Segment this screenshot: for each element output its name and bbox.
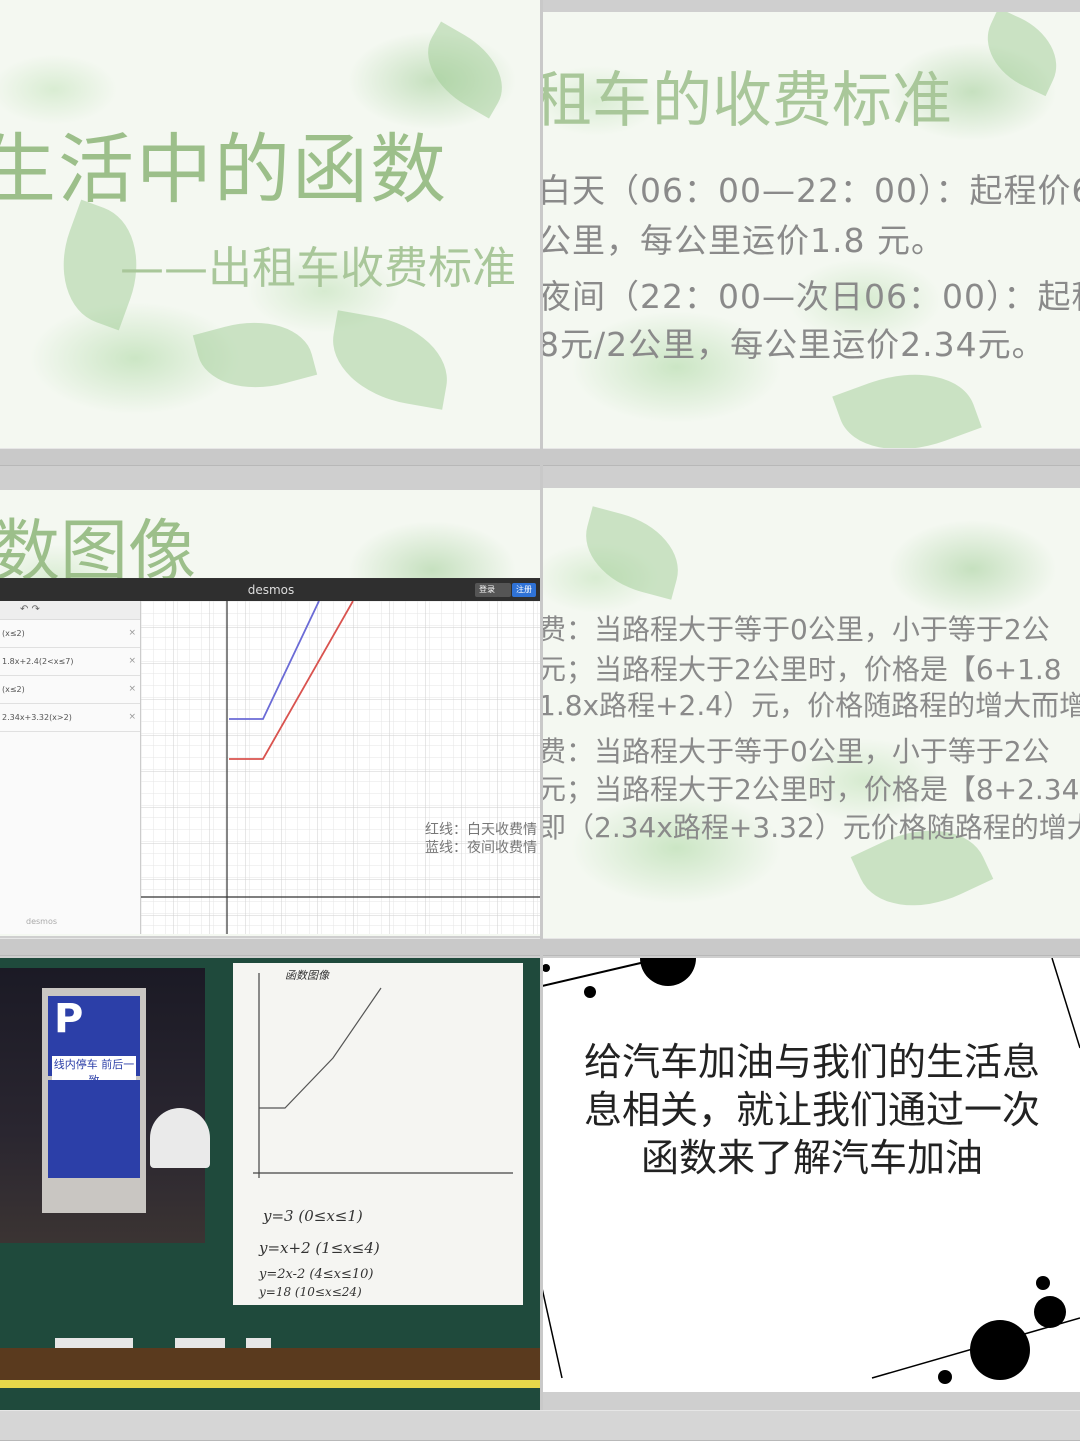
expression-row[interactable]: (x≤2) ×	[0, 676, 140, 704]
graph-canvas[interactable]	[141, 601, 540, 934]
expression-text: (x≤2)	[2, 629, 25, 638]
slide-collage: 生活中的函数 ——出租车收费标准 租车的收费标准 白天（06：00—22：00）…	[0, 0, 1080, 1441]
leaf-decoration	[574, 506, 690, 600]
car-refuel-panel: 给汽车加油与我们的生活息 息相关，就让我们通过一次 函数来了解汽车加油	[542, 958, 1080, 1392]
desmos-logo: desmos	[26, 917, 58, 926]
close-icon[interactable]: ×	[128, 648, 136, 675]
legend-day: 红线：白天收费情	[425, 822, 537, 838]
chalk-piece	[246, 1338, 271, 1348]
expression-toolbar: ↶ ↷	[0, 601, 140, 620]
login-button[interactable]: 登录	[475, 583, 499, 597]
handwritten-graph	[253, 973, 513, 1178]
undo-icon[interactable]: ↶ ↷	[20, 604, 40, 615]
chalk-eraser	[55, 1338, 133, 1348]
graph-grid-major	[141, 601, 540, 934]
desmos-window[interactable]: desmos 登录 注册 ↶ ↷ (x≤2) × 1.8x+2.4(2<x≤7) ×…	[0, 578, 540, 934]
parking-sign-header: P 线内停车 前后一致	[48, 996, 140, 1088]
analysis-line: 元；当路程大于2公里时，价格是【6+1.8（路	[542, 653, 1080, 686]
hand-curve	[259, 987, 382, 1109]
chalk-piece	[175, 1338, 225, 1348]
function-graph-panel: 数图像 desmos 登录 注册 ↶ ↷ (x≤2) × 1.8x+2.4(2<x…	[0, 490, 540, 936]
leaf-decoration	[192, 306, 318, 404]
car-image	[150, 1108, 210, 1168]
leaf-decoration	[973, 12, 1071, 97]
close-icon[interactable]: ×	[128, 620, 136, 647]
expression-row[interactable]: 1.8x+2.4(2<x≤7) ×	[0, 648, 140, 676]
signup-button[interactable]: 注册	[512, 583, 536, 597]
formula: y=18 (10≤x≤24)	[259, 1285, 362, 1299]
fee-line: 白天（06：00—22：00）：起程价6元	[542, 171, 1080, 210]
expression-text: (x≤2)	[2, 685, 25, 694]
parking-fee-board	[48, 1080, 140, 1178]
graph-title: 函数图像	[285, 969, 329, 982]
refuel-intro-text: 给汽车加油与我们的生活息 息相关，就让我们通过一次 函数来了解汽车加油	[542, 1038, 1062, 1182]
expression-list: ↶ ↷ (x≤2) × 1.8x+2.4(2<x≤7) × (x≤2) × 2.34x…	[0, 601, 141, 934]
menu-button[interactable]	[497, 583, 511, 597]
leaf-decoration	[323, 310, 457, 410]
slide-title-panel: 生活中的函数 ——出租车收费标准	[0, 0, 540, 448]
decor-dot	[1034, 1296, 1066, 1328]
legend-night: 蓝线：夜间收费情	[425, 840, 537, 856]
text-line: 给汽车加油与我们的生活息	[583, 1040, 1040, 1084]
blackboard-panel: P 线内停车 前后一致 函数图像 y=3 (0≤x≤1) y=x+2 (1≤x≤…	[0, 958, 542, 1413]
divider	[0, 1410, 1080, 1441]
decor-dot	[970, 1320, 1030, 1380]
analysis-line: 费：当路程大于等于0公里，小于等于2公	[542, 735, 1050, 768]
analysis-line: 费：当路程大于等于0公里，小于等于2公	[542, 613, 1050, 646]
parking-sign-photo: P 线内停车 前后一致	[0, 968, 210, 1243]
slide-title: 租车的收费标准	[542, 66, 952, 136]
handwritten-graph-paper: 函数图像 y=3 (0≤x≤1) y=x+2 (1≤x≤4) y=2x-2 (4…	[233, 963, 523, 1305]
leaf-decoration	[832, 352, 982, 456]
analysis-line: 1.8x路程+2.4）元，价格随路程的增大而增	[542, 689, 1080, 722]
fee-line: 公里，每公里运价1.8 元。	[542, 221, 945, 260]
decor-dot	[1036, 1276, 1050, 1290]
fee-analysis-panel: 费：当路程大于等于0公里，小于等于2公 元；当路程大于2公里时，价格是【6+1.…	[542, 488, 1080, 938]
expression-text: 1.8x+2.4(2<x≤7)	[2, 657, 74, 666]
fee-line: 夜间（22：00—次日06：00）：起程	[542, 277, 1080, 316]
desmos-titlebar: desmos	[0, 579, 540, 601]
divider	[540, 0, 543, 1439]
expression-text: 2.34x+3.32(x>2)	[2, 713, 72, 722]
text-line: 函数来了解汽车加油	[640, 1136, 983, 1180]
text-line: 息相关，就让我们通过一次	[583, 1088, 1040, 1132]
analysis-line: 元；当路程大于2公里时，价格是【8+2.34（	[542, 773, 1080, 806]
fee-line: 8元/2公里，每公里运价2.34元。	[542, 325, 1046, 364]
parking-sign: P 线内停车 前后一致	[42, 988, 146, 1213]
close-icon[interactable]: ×	[128, 676, 136, 703]
formula: y=x+2 (1≤x≤4)	[259, 1239, 380, 1257]
chalk-ledge	[0, 1348, 542, 1380]
formula: y=2x-2 (4≤x≤10)	[259, 1267, 374, 1282]
expression-row[interactable]: 2.34x+3.32(x>2) ×	[0, 704, 140, 732]
slide-title: 生活中的函数	[0, 125, 448, 214]
expression-row[interactable]: (x≤2) ×	[0, 620, 140, 648]
parking-p-icon: P	[54, 996, 84, 1042]
fee-standard-panel: 租车的收费标准 白天（06：00—22：00）：起程价6元 公里，每公里运价1.…	[542, 12, 1080, 456]
leaf-decoration	[411, 21, 519, 119]
slide-subtitle: ——出租车收费标准	[120, 243, 516, 294]
decor-dot	[938, 1370, 952, 1384]
ledge-trim	[0, 1380, 542, 1388]
formula: y=3 (0≤x≤1)	[263, 1207, 363, 1225]
close-icon[interactable]: ×	[128, 704, 136, 731]
analysis-line: 即（2.34x路程+3.32）元价格随路程的增大	[542, 811, 1080, 844]
